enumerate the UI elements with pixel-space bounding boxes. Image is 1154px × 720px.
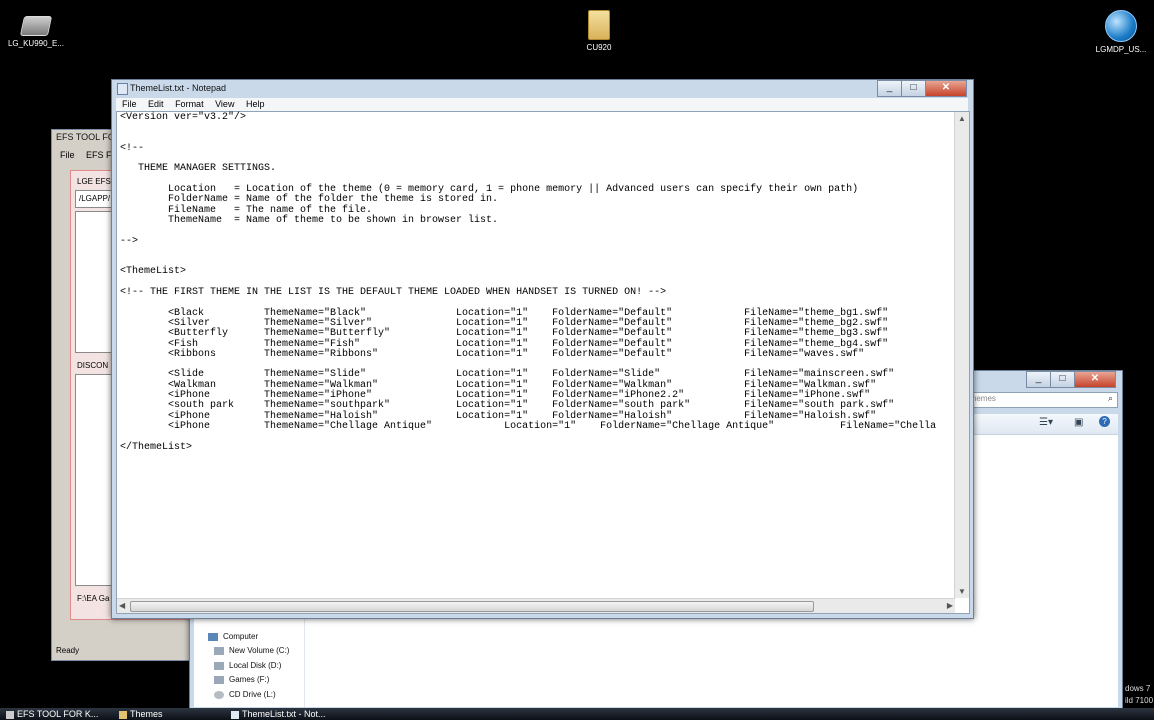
maximize-button[interactable]: □ [901, 80, 926, 97]
tree-label: Local Disk (D:) [229, 661, 282, 670]
taskbar-item-themes[interactable]: Themes [119, 709, 163, 719]
task-label: Themes [130, 709, 163, 719]
close-button[interactable]: ✕ [1074, 371, 1116, 388]
computer-icon [208, 632, 218, 641]
att-globe-icon [1105, 10, 1137, 42]
bottom-path: F:\EA Ga [77, 594, 110, 603]
taskbar: EFS TOOL FOR K... Themes ThemeList.txt -… [0, 708, 1154, 720]
drive-icon [214, 675, 224, 684]
desktop-icon-lgmdp[interactable]: LGMDP_US... [1085, 4, 1154, 54]
search-box[interactable]: Themes ⌕ [960, 392, 1118, 408]
task-label: ThemeList.txt - Not... [242, 709, 326, 719]
notepad-window[interactable]: ThemeList.txt - Notepad _ □ ✕ File Edit … [111, 79, 974, 619]
menu-help[interactable]: Help [246, 99, 265, 109]
menu-format[interactable]: Format [175, 99, 204, 109]
scroll-up-icon[interactable]: ▲ [958, 114, 966, 123]
tree-item-c-drive[interactable]: New Volume (C:) [214, 646, 289, 655]
desktop-icon-cu920[interactable]: CU920 [563, 4, 635, 52]
path-text: /LGAPP/ [79, 194, 111, 203]
taskbar-item-notepad[interactable]: ThemeList.txt - Not... [231, 709, 326, 719]
menu-file[interactable]: File [60, 150, 75, 160]
tree-label: CD Drive (L:) [229, 690, 276, 699]
close-button[interactable]: ✕ [925, 80, 967, 97]
text-editor[interactable]: <Version ver="v3.2"/> <!-- THEME MANAGER… [116, 111, 970, 614]
app-icon [6, 710, 14, 719]
tree-item-f-drive[interactable]: Games (F:) [214, 675, 269, 684]
horizontal-scrollbar[interactable]: ◀ ▶ [117, 598, 955, 613]
drive-icon [214, 646, 224, 655]
minimize-button[interactable]: _ [1026, 371, 1051, 388]
tree-label: New Volume (C:) [229, 646, 290, 655]
cd-icon [214, 690, 224, 699]
folder-icon [119, 710, 127, 719]
tree-item-d-drive[interactable]: Local Disk (D:) [214, 661, 281, 670]
scroll-left-icon[interactable]: ◀ [119, 601, 125, 610]
caption-buttons: _ □ ✕ [877, 80, 967, 97]
horizontal-scroll-thumb[interactable] [130, 601, 814, 612]
help-icon[interactable]: ? [1099, 416, 1110, 427]
minimize-button[interactable]: _ [877, 80, 902, 97]
taskbar-item-efs-tool[interactable]: EFS TOOL FOR K... [6, 709, 98, 719]
drive-icon [19, 16, 53, 36]
menu-edit[interactable]: Edit [148, 99, 164, 109]
desktop-icon-label: CU920 [586, 43, 612, 52]
status-bar-text: Ready [56, 646, 80, 655]
os-watermark-line2: ild 7100 [1125, 696, 1154, 705]
notepad-icon [231, 710, 239, 719]
disconnect-button[interactable]: DISCON [77, 361, 108, 370]
menu-view[interactable]: View [215, 99, 234, 109]
caption-buttons: _ □ ✕ [1026, 371, 1116, 388]
scroll-right-icon[interactable]: ▶ [947, 601, 953, 610]
maximize-button[interactable]: □ [1050, 371, 1075, 388]
vertical-scrollbar[interactable]: ▲ ▼ [954, 112, 969, 598]
preview-pane-icon[interactable]: ▣ [1074, 417, 1083, 428]
tree-item-l-drive[interactable]: CD Drive (L:) [214, 690, 276, 699]
desktop-icon-label: LG_KU990_E... [7, 39, 65, 48]
os-watermark-line1: dows 7 [1125, 684, 1151, 693]
tree-label: Computer [223, 632, 259, 641]
task-label: EFS TOOL FOR K... [17, 709, 99, 719]
tree-label: Games (F:) [229, 675, 270, 684]
notepad-icon [117, 83, 128, 95]
desktop-icon-lg-ku990[interactable]: LG_KU990_E... [0, 4, 72, 48]
window-title: EFS TOOL FO [56, 132, 115, 142]
scroll-down-icon[interactable]: ▼ [958, 587, 966, 596]
document-text[interactable]: <Version ver="v3.2"/> <!-- THEME MANAGER… [120, 112, 936, 453]
tree-item-computer[interactable]: Computer [208, 632, 258, 641]
menu-bar: File Edit Format View Help [122, 99, 273, 109]
folder-icon [588, 10, 610, 40]
drive-icon [214, 661, 224, 670]
desktop-icon-label: LGMDP_US... [1095, 45, 1147, 54]
views-icon[interactable]: ☰▾ [1039, 417, 1053, 428]
window-title: ThemeList.txt - Notepad [130, 83, 227, 93]
search-icon[interactable]: ⌕ [1108, 393, 1113, 404]
menu-file[interactable]: File [122, 99, 137, 109]
